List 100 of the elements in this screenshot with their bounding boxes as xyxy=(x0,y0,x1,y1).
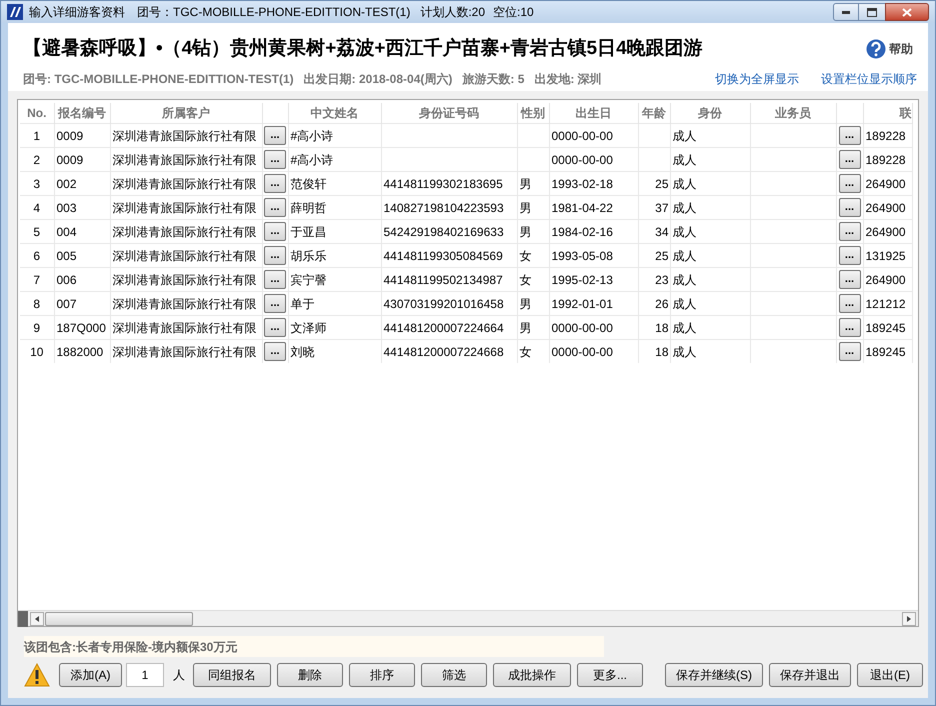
table-cell-text: 004 xyxy=(56,224,78,240)
warning-icon xyxy=(24,663,50,687)
action-button[interactable]: 更多... xyxy=(577,663,643,687)
table-cell-text: 430703199201016458 xyxy=(382,296,505,312)
table-cell-text: 1993-02-18 xyxy=(550,176,614,192)
table-cell-text: 25 xyxy=(654,176,669,192)
table-cell-text: #高小诗 xyxy=(290,152,334,168)
picker-button[interactable]: ... xyxy=(838,270,860,288)
insurance-note: 该团包含:长者专用保险-境内额保30万元 xyxy=(24,638,238,656)
picker-button[interactable]: ... xyxy=(838,126,860,144)
column-header: 性别 xyxy=(521,106,545,120)
header-link[interactable]: 设置栏位显示顺序 xyxy=(821,70,917,88)
action-button[interactable]: 保存并继续(S) xyxy=(665,663,763,687)
count-field[interactable]: 1 xyxy=(126,663,164,687)
picker-button[interactable]: ... xyxy=(264,126,286,144)
action-button[interactable]: 成批操作 xyxy=(493,663,571,687)
picker-button[interactable]: ... xyxy=(838,198,860,216)
table-cell-text: 胡乐乐 xyxy=(290,248,328,264)
table-cell-text: 成人 xyxy=(672,272,698,288)
table-cell-text: 成人 xyxy=(672,152,698,168)
table-cell-text: 18 xyxy=(654,344,669,360)
minimize-button[interactable] xyxy=(833,3,859,21)
table-cell-text: 1984-02-16 xyxy=(550,224,614,240)
picker-button[interactable]: ... xyxy=(838,174,860,192)
table-cell-text: 187Q000 xyxy=(56,320,107,336)
table-cell-text: 441481200007224664 xyxy=(382,320,505,336)
tour-info: 出发地: 深圳 xyxy=(534,70,602,88)
table-cell-text: 深圳港青旅国际旅行社有限 xyxy=(112,320,258,336)
table-cell-text: 8 xyxy=(32,296,42,312)
table-cell-text: 1992-01-01 xyxy=(550,296,614,312)
picker-button[interactable]: ... xyxy=(838,318,860,336)
table-cell-text: 7 xyxy=(32,272,42,288)
table-cell-text: 深圳港青旅国际旅行社有限 xyxy=(112,224,258,240)
table-cell-text: 0000-00-00 xyxy=(550,152,614,168)
table-cell-text: 女 xyxy=(518,248,532,264)
scroll-left-icon[interactable] xyxy=(30,612,44,626)
tour-info: 出发日期: 2018-08-04(周六) xyxy=(304,70,452,88)
picker-button[interactable]: ... xyxy=(264,150,286,168)
picker-button[interactable]: ... xyxy=(264,198,286,216)
table-cell-text: 0000-00-00 xyxy=(550,344,614,360)
header-link[interactable]: 切换为全屏显示 xyxy=(715,70,799,88)
table-cell-text: 37 xyxy=(654,200,669,216)
table-cell-text: 0009 xyxy=(56,152,84,168)
add-button[interactable]: 添加(A) xyxy=(59,663,122,687)
picker-button[interactable]: ... xyxy=(838,246,860,264)
table-cell-text: 441481200007224668 xyxy=(382,344,505,360)
table-cell-text: 189228 xyxy=(864,152,907,168)
close-button[interactable] xyxy=(885,3,929,21)
table-cell-text: 女 xyxy=(518,344,532,360)
table-cell-text: 文泽师 xyxy=(290,320,328,336)
table-cell-text: 131925 xyxy=(864,248,907,264)
close-icon xyxy=(902,8,912,16)
table-cell-text: 18 xyxy=(654,320,669,336)
picker-button[interactable]: ... xyxy=(264,342,286,360)
table-cell-text: 深圳港青旅国际旅行社有限 xyxy=(112,128,258,144)
table-cell-text: 深圳港青旅国际旅行社有限 xyxy=(112,272,258,288)
picker-button[interactable]: ... xyxy=(264,270,286,288)
action-button[interactable]: 保存并退出 xyxy=(769,663,851,687)
picker-button[interactable]: ... xyxy=(264,174,286,192)
table-cell-text: 26 xyxy=(654,296,669,312)
maximize-button[interactable] xyxy=(859,3,885,21)
action-button[interactable]: 筛选 xyxy=(421,663,487,687)
table-cell-text: 007 xyxy=(56,296,78,312)
table-cell-text: 0000-00-00 xyxy=(550,128,614,144)
column-header: 身份 xyxy=(698,106,722,120)
table-cell-text: 189228 xyxy=(864,128,907,144)
table-cell-text: 121212 xyxy=(864,296,907,312)
picker-button[interactable]: ... xyxy=(264,246,286,264)
table-cell-text: 深圳港青旅国际旅行社有限 xyxy=(112,200,258,216)
table-cell-text: 成人 xyxy=(672,320,698,336)
table-cell-text: 单于 xyxy=(290,296,316,312)
action-button[interactable]: 退出(E) xyxy=(857,663,923,687)
picker-button[interactable]: ... xyxy=(838,150,860,168)
help-icon xyxy=(866,39,886,60)
table-cell-text: 男 xyxy=(518,224,532,240)
help-button[interactable]: 帮助 xyxy=(866,39,913,60)
picker-button[interactable]: ... xyxy=(264,318,286,336)
maximize-icon xyxy=(867,8,877,16)
table-cell-text: 10 xyxy=(29,344,44,360)
horizontal-scrollbar[interactable] xyxy=(18,610,918,626)
column-header: 报名编号 xyxy=(58,106,106,120)
table-cell-text: 成人 xyxy=(672,176,698,192)
picker-button[interactable]: ... xyxy=(838,222,860,240)
table-cell-text: 005 xyxy=(56,248,78,264)
picker-button[interactable]: ... xyxy=(264,222,286,240)
action-button[interactable]: 同组报名 xyxy=(193,663,271,687)
picker-button[interactable]: ... xyxy=(838,294,860,312)
minimize-icon xyxy=(842,10,850,14)
action-button[interactable]: 删除 xyxy=(277,663,343,687)
table-cell-text: 003 xyxy=(56,200,78,216)
table-cell-text: 成人 xyxy=(672,344,698,360)
picker-button[interactable]: ... xyxy=(838,342,860,360)
app-icon xyxy=(7,4,23,20)
column-header: 业务员 xyxy=(775,106,811,120)
planned-count: 计划人数:20 xyxy=(420,4,486,21)
picker-button[interactable]: ... xyxy=(264,294,286,312)
action-button[interactable]: 排序 xyxy=(349,663,415,687)
scrollbar-thumb[interactable] xyxy=(45,612,193,626)
scroll-right-icon[interactable] xyxy=(902,612,916,626)
table-cell-text: 002 xyxy=(56,176,78,192)
